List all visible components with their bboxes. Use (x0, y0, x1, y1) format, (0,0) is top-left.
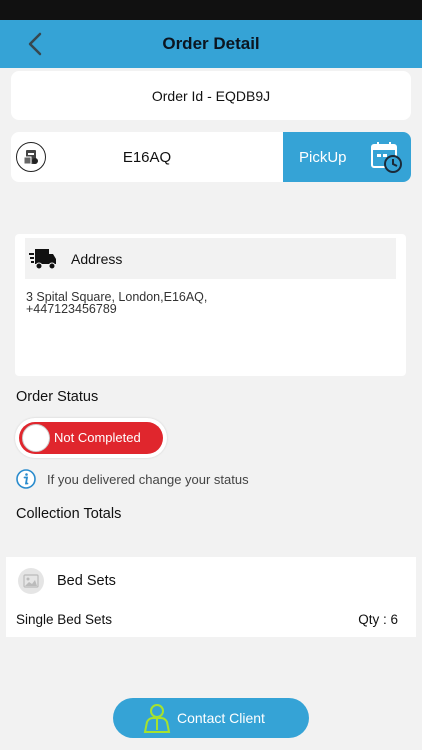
postcode-area: E16AQ (11, 132, 283, 182)
status-toggle[interactable]: Not Completed (19, 422, 163, 454)
collection-totals-label: Collection Totals (16, 506, 122, 522)
order-id-label: Order Id - EQDB9J (151, 87, 271, 104)
product-group-name: Bed Sets (57, 573, 116, 589)
order-status-label: Order Status (16, 389, 99, 405)
status-toggle-container: Not Completed (15, 418, 167, 458)
truck-icon (29, 245, 57, 273)
postcode-card: E16AQ PickUp (11, 132, 411, 182)
info-icon (16, 469, 36, 489)
parcel-icon (16, 142, 46, 172)
product-group-header: Bed Sets (18, 568, 116, 594)
person-icon (143, 704, 171, 733)
pickup-label: PickUp (299, 148, 347, 166)
address-header: Address (25, 238, 396, 279)
toggle-knob (22, 424, 50, 452)
product-item-qty: Qty : 6 (358, 612, 398, 627)
order-id-card: Order Id - EQDB9J (11, 71, 411, 120)
info-text: If you delivered change your status (47, 471, 249, 487)
chevron-left-icon (28, 32, 42, 56)
status-bar (0, 0, 422, 20)
calendar-clock-icon (371, 142, 402, 173)
product-card: Bed Sets Single Bed Sets Qty : 6 (6, 557, 416, 637)
page-title: Order Detail (162, 34, 260, 53)
address-label: Address (71, 250, 123, 267)
contact-client-label: Contact Client (177, 710, 265, 726)
image-placeholder-icon (18, 568, 44, 594)
postcode-text: E16AQ (122, 148, 172, 166)
info-row: If you delivered change your status (16, 469, 249, 489)
nav-bar: Order Detail (0, 20, 422, 68)
back-button[interactable] (18, 28, 52, 60)
address-card: Address 3 Spital Square, London,E16AQ, +… (15, 234, 406, 376)
toggle-label: Not Completed (54, 430, 141, 445)
address-phone: +447123456789 (26, 302, 117, 316)
pickup-button[interactable]: PickUp (283, 132, 411, 182)
product-item-name: Single Bed Sets (16, 612, 113, 627)
contact-client-button[interactable]: Contact Client (113, 698, 309, 738)
